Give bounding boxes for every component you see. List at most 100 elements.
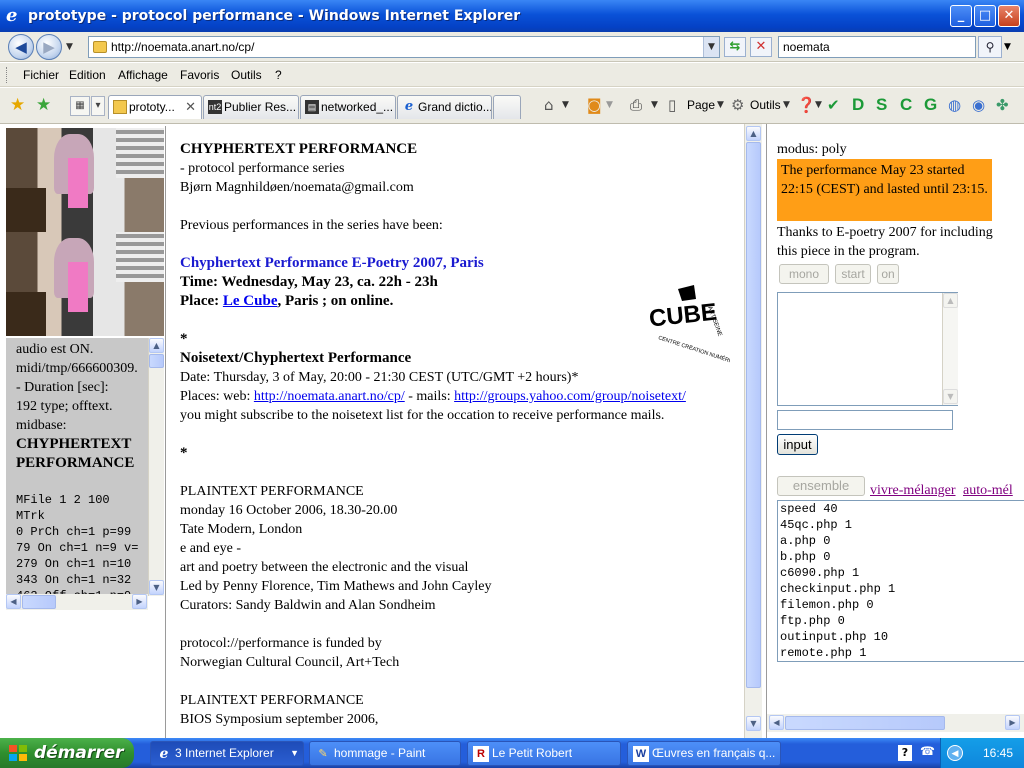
noisetext-group-link[interactable]: http://groups.yahoo.com/group/noisetext/	[454, 389, 686, 404]
ensemble-button[interactable]: ensemble	[777, 476, 865, 496]
add-favorite-icon[interactable]: ★	[36, 96, 51, 114]
scroll-left-icon[interactable]: ◀	[769, 715, 784, 730]
extension-icon[interactable]: ✤	[996, 96, 1009, 114]
system-tray: ◀ 16:45	[940, 738, 1024, 768]
tray-expand-icon[interactable]: ◀	[947, 745, 963, 761]
left-vertical-scrollbar[interactable]: ▲ ▼	[148, 338, 164, 596]
feeds-dropdown-icon[interactable]: ▼	[606, 96, 613, 114]
taskbar-petit-robert[interactable]: R Le Petit Robert	[467, 741, 621, 766]
back-button[interactable]: ◀	[8, 34, 34, 60]
print-dropdown-icon[interactable]: ▼	[651, 96, 658, 114]
performer-image	[6, 128, 164, 336]
left-horizontal-scrollbar[interactable]: ◀ ▶	[6, 594, 148, 610]
menu-help[interactable]: ?	[275, 68, 282, 82]
home-icon[interactable]: ⌂	[544, 96, 554, 114]
toolbar-s-button[interactable]: S	[876, 96, 887, 114]
input-button[interactable]: input	[777, 434, 818, 455]
search-input[interactable]: noemata	[778, 36, 976, 58]
help-dropdown-icon[interactable]: ▼	[815, 96, 822, 114]
history-dropdown-icon[interactable]: ▼	[66, 42, 73, 52]
toolbar-d-button[interactable]: D	[852, 96, 864, 114]
file-status-list[interactable]: speed 40 45qc.php 1 a.php 0 b.php 0 c609…	[777, 500, 1024, 662]
page-menu[interactable]: Page	[687, 96, 715, 114]
window-titlebar[interactable]: e prototype - protocol performance - Win…	[0, 0, 1024, 32]
tab-list-icon[interactable]: ▾	[91, 96, 105, 116]
auto-melanger-link[interactable]: auto-mél	[963, 482, 1013, 500]
scroll-thumb[interactable]	[785, 716, 945, 730]
menu-favoris[interactable]: Favoris	[180, 68, 219, 82]
check-icon[interactable]: ✔	[827, 96, 840, 114]
main-vertical-scrollbar[interactable]: ▲ ▼	[744, 124, 762, 738]
scroll-down-icon[interactable]: ▼	[746, 716, 761, 731]
toolbar-c-button[interactable]: C	[900, 96, 912, 114]
tab-grand-dictionnaire[interactable]: e Grand dictio...	[397, 95, 492, 119]
clock[interactable]: 16:45	[983, 738, 1013, 768]
tab-publier[interactable]: nt2 Publier Res...	[203, 95, 299, 119]
audio-log-panel[interactable]: audio est ON. midi/tmp/666600309. - Dura…	[6, 338, 164, 596]
tools-menu[interactable]: Outils	[750, 96, 781, 114]
feeds-icon[interactable]: ◙	[587, 96, 602, 114]
menu-outils[interactable]: Outils	[231, 68, 262, 82]
minimize-button[interactable]: _	[950, 5, 972, 27]
ie-logo-icon: e	[6, 5, 18, 26]
help-tray-icon[interactable]: ?	[898, 745, 912, 761]
search-options-icon[interactable]: ▼	[1004, 42, 1011, 52]
tab-prototype[interactable]: prototy... ✕	[108, 95, 202, 119]
print-icon[interactable]: ⎙	[630, 96, 642, 114]
scroll-down-icon[interactable]: ▼	[149, 580, 164, 595]
address-dropdown-icon[interactable]: ▼	[703, 37, 719, 57]
menu-affichage[interactable]: Affichage	[118, 68, 168, 82]
taskbar-item-label: hommage - Paint	[334, 746, 426, 760]
scroll-up-icon[interactable]: ▲	[149, 338, 164, 353]
textarea-scrollbar[interactable]: ▲ ▼	[942, 293, 958, 405]
scroll-thumb[interactable]	[746, 142, 761, 688]
scroll-right-icon[interactable]: ▶	[132, 594, 147, 609]
ie-icon: e	[159, 746, 169, 762]
right-horizontal-scrollbar[interactable]: ◀ ▶	[767, 714, 1024, 732]
scroll-right-icon[interactable]: ▶	[1005, 715, 1020, 730]
tools-dropdown-icon[interactable]: ▼	[783, 96, 790, 114]
noemata-cp-link[interactable]: http://noemata.anart.no/cp/	[254, 389, 405, 404]
refresh-button[interactable]: ⇆	[724, 37, 746, 57]
scroll-thumb[interactable]	[22, 595, 56, 609]
quick-tabs-icon[interactable]: ▦	[70, 96, 90, 116]
favorites-star-icon[interactable]: ★	[10, 96, 25, 114]
file-status-line: ftp.php 0	[780, 614, 845, 628]
page-dropdown-icon[interactable]: ▼	[717, 96, 724, 114]
help-icon[interactable]: ❓	[797, 96, 816, 114]
event-title: Chyphertext Performance E-Poetry 2007, P…	[180, 255, 484, 271]
taskbar-word-document[interactable]: W Œuvres en français q...	[627, 741, 781, 766]
scroll-left-icon[interactable]: ◀	[6, 594, 21, 609]
scroll-up-icon[interactable]: ▲	[943, 293, 958, 308]
vivre-melanger-link[interactable]: vivre-mélanger	[870, 482, 956, 500]
performance-textarea[interactable]: ▲ ▼	[777, 292, 958, 406]
close-button[interactable]: ✕	[998, 5, 1020, 27]
taskbar-internet-explorer[interactable]: e 3 Internet Explorer ▼	[150, 741, 304, 766]
on-button[interactable]: on	[877, 264, 899, 284]
scroll-down-icon[interactable]: ▼	[943, 389, 958, 404]
new-tab-button[interactable]	[493, 95, 521, 119]
network-tray-icon[interactable]: ☎	[920, 744, 935, 758]
start-button[interactable]: démarrer	[0, 738, 134, 768]
menu-edition[interactable]: Edition	[69, 68, 106, 82]
mono-button[interactable]: mono	[779, 264, 829, 284]
tab-close-icon[interactable]: ✕	[185, 96, 196, 118]
info-icon[interactable]: ◉	[972, 96, 985, 114]
stop-button[interactable]: ✕	[750, 37, 772, 57]
le-cube-link[interactable]: Le Cube	[223, 293, 278, 309]
maximize-button[interactable]: □	[974, 5, 996, 27]
text-input-field[interactable]	[777, 410, 953, 430]
search-button[interactable]: ⚲	[978, 36, 1002, 58]
start-button[interactable]: start	[835, 264, 871, 284]
forward-button[interactable]: ▶	[36, 34, 62, 60]
scroll-up-icon[interactable]: ▲	[746, 126, 761, 141]
home-dropdown-icon[interactable]: ▼	[562, 96, 569, 114]
address-url[interactable]: http://noemata.anart.no/cp/	[111, 40, 254, 55]
globe-icon[interactable]: ◍	[948, 96, 961, 114]
scroll-thumb[interactable]	[149, 354, 164, 368]
toolbar-g-button[interactable]: G	[924, 96, 937, 114]
tab-networked[interactable]: ▤ networked_...	[300, 95, 396, 119]
address-bar[interactable]: http://noemata.anart.no/cp/ ▼	[88, 36, 720, 58]
menu-fichier[interactable]: Fichier	[23, 68, 59, 82]
taskbar-paint[interactable]: ✎ hommage - Paint	[309, 741, 461, 766]
